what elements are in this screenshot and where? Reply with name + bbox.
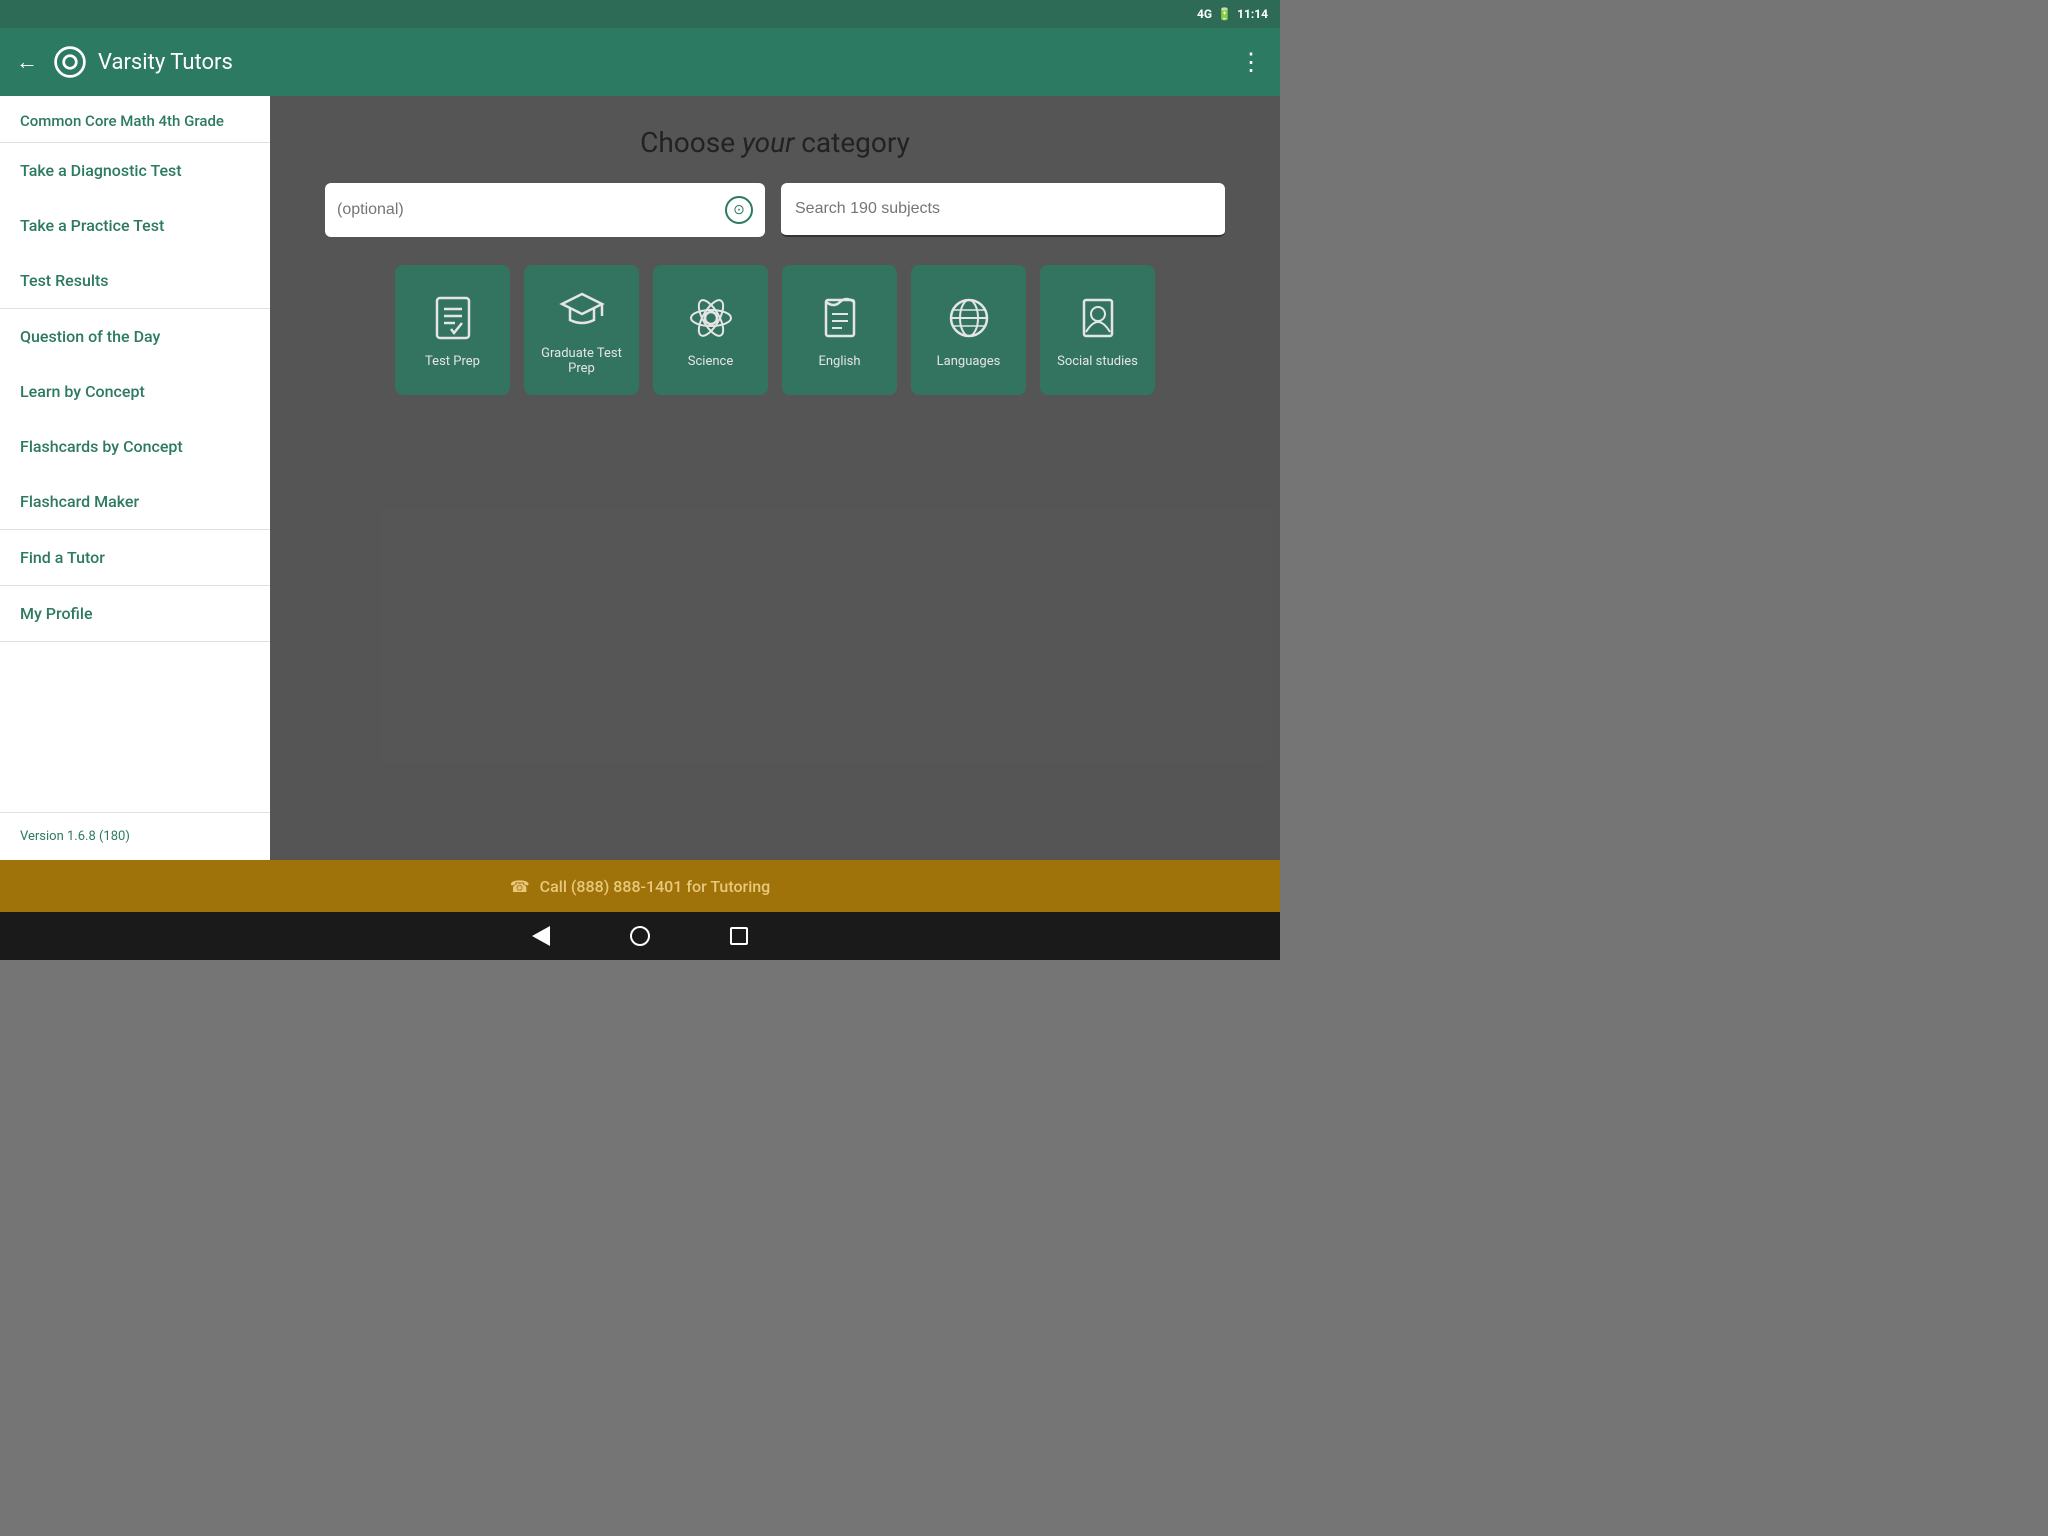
phone-icon: ☎ <box>510 877 530 896</box>
sidebar-section-misc: Find a Tutor <box>0 530 270 586</box>
nav-home-icon <box>630 926 650 946</box>
languages-icon <box>943 292 995 344</box>
english-icon <box>814 292 866 344</box>
app-bar: ← Varsity Tutors ⋮ <box>0 28 1280 96</box>
sidebar-spacer <box>0 642 270 812</box>
science-label: Science <box>682 354 739 369</box>
main-layout: Common Core Math 4th Grade Take a Diagno… <box>0 96 1280 860</box>
signal-icon: 4G <box>1197 7 1212 21</box>
category-graduate-test-prep[interactable]: Graduate Test Prep <box>524 265 639 395</box>
sidebar-item-learn[interactable]: Learn by Concept <box>0 364 270 419</box>
battery-icon: 🔋 <box>1217 7 1232 21</box>
call-label: Call (888) 888-1401 for Tutoring <box>540 877 771 896</box>
category-english[interactable]: English <box>782 265 897 395</box>
test-prep-label: Test Prep <box>419 354 486 369</box>
science-icon <box>685 292 737 344</box>
sidebar-header: Common Core Math 4th Grade <box>0 96 270 143</box>
test-prep-icon <box>427 292 479 344</box>
sidebar-item-maker[interactable]: Flashcard Maker <box>0 474 270 529</box>
sidebar-item-flashcards[interactable]: Flashcards by Concept <box>0 419 270 474</box>
nav-back-icon <box>532 926 550 946</box>
languages-label: Languages <box>931 354 1007 369</box>
status-icons: 4G 🔋 11:14 <box>1197 7 1268 21</box>
sidebar-section-study: Question of the Day Learn by Concept Fla… <box>0 309 270 530</box>
sidebar-item-results[interactable]: Test Results <box>0 253 270 308</box>
sidebar-section-profile: My Profile <box>0 586 270 642</box>
search-row: ⊙ <box>325 183 1225 237</box>
social-studies-icon <box>1072 292 1124 344</box>
app-title: Varsity Tutors <box>98 50 1239 75</box>
subject-search-right[interactable] <box>781 183 1225 237</box>
sidebar: Common Core Math 4th Grade Take a Diagno… <box>0 96 270 860</box>
category-grid: Test Prep Graduate Test Prep <box>395 265 1155 395</box>
subject-search-left[interactable]: ⊙ <box>325 183 765 237</box>
sidebar-item-qotd[interactable]: Question of the Day <box>0 309 270 364</box>
graduate-test-prep-label: Graduate Test Prep <box>524 346 639 376</box>
category-test-prep[interactable]: Test Prep <box>395 265 510 395</box>
sidebar-item-profile[interactable]: My Profile <box>0 586 270 641</box>
nav-back-button[interactable] <box>532 926 550 946</box>
graduate-icon <box>556 284 608 336</box>
nav-recents-icon <box>730 927 748 945</box>
main-content: Choose your category ⊙ <box>270 96 1280 860</box>
category-languages[interactable]: Languages <box>911 265 1026 395</box>
sidebar-item-tutor[interactable]: Find a Tutor <box>0 530 270 585</box>
category-science[interactable]: Science <box>653 265 768 395</box>
nav-recents-button[interactable] <box>730 927 748 945</box>
status-bar: 4G 🔋 11:14 <box>0 0 1280 28</box>
sidebar-item-practice[interactable]: Take a Practice Test <box>0 198 270 253</box>
clock: 11:14 <box>1237 7 1268 21</box>
search-subjects-input[interactable] <box>795 200 1211 218</box>
app-logo <box>52 44 88 80</box>
category-social-studies[interactable]: Social studies <box>1040 265 1155 395</box>
social-studies-label: Social studies <box>1051 354 1144 369</box>
call-bar[interactable]: ☎ Call (888) 888-1401 for Tutoring <box>0 860 1280 912</box>
page-title: Choose your category <box>640 126 910 159</box>
sidebar-section-tests: Take a Diagnostic Test Take a Practice T… <box>0 143 270 309</box>
nav-home-button[interactable] <box>630 926 650 946</box>
subject-input[interactable] <box>337 201 753 219</box>
android-nav-bar <box>0 912 1280 960</box>
sidebar-item-diagnostic[interactable]: Take a Diagnostic Test <box>0 143 270 198</box>
version-label: Version 1.6.8 (180) <box>0 812 270 860</box>
back-button[interactable]: ← <box>16 49 38 75</box>
more-options-button[interactable]: ⋮ <box>1239 48 1264 76</box>
english-label: English <box>812 354 866 369</box>
compass-icon: ⊙ <box>725 196 753 224</box>
